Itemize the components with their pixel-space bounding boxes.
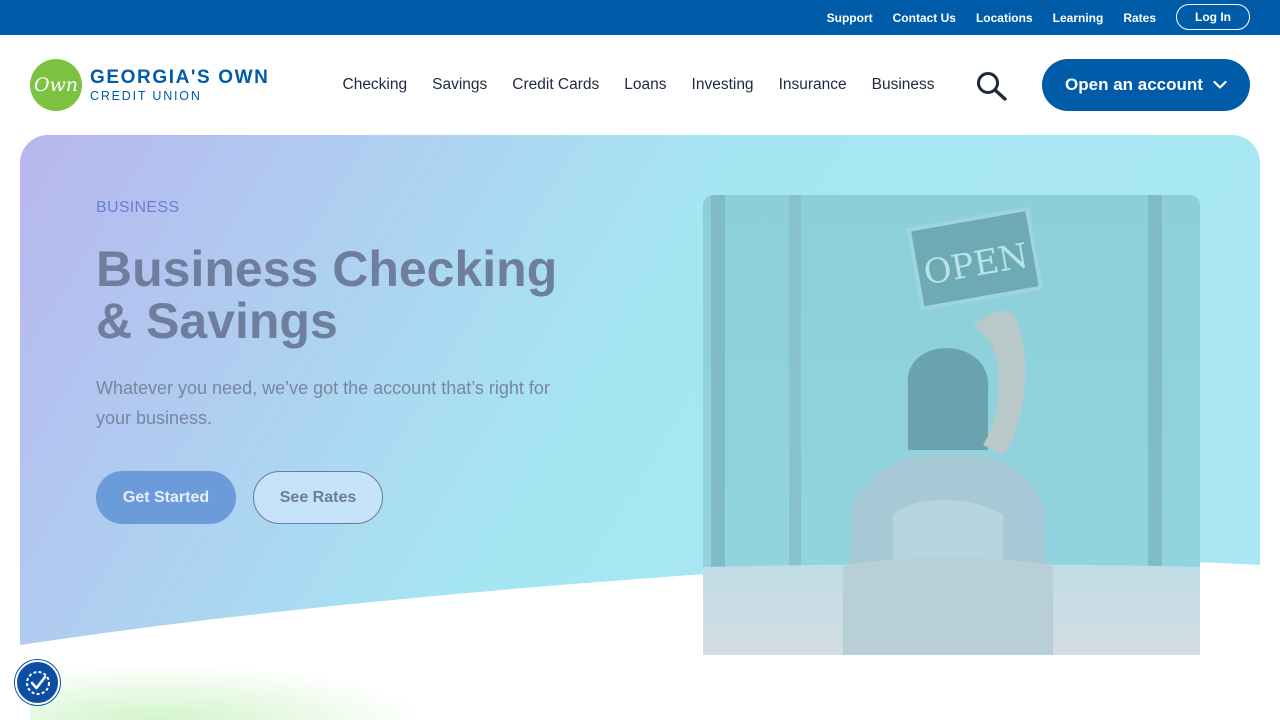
hero-title-line-1: Business Checking bbox=[96, 241, 558, 297]
nav-item-checking[interactable]: Checking bbox=[343, 76, 408, 94]
search-icon bbox=[977, 72, 1007, 101]
utility-link-contact-us[interactable]: Contact Us bbox=[893, 11, 956, 25]
hero-subtitle: Whatever you need, we’ve got the account… bbox=[96, 378, 550, 428]
nav-item-investing[interactable]: Investing bbox=[692, 76, 754, 94]
accessibility-icon bbox=[25, 670, 50, 695]
nav-item-loans[interactable]: Loans bbox=[624, 76, 666, 94]
utility-nav: Support Contact Us Locations Learning Ra… bbox=[807, 0, 1156, 35]
hero-title: Business Checking & Savings bbox=[96, 243, 616, 347]
search-button[interactable] bbox=[975, 71, 1009, 101]
open-account-button[interactable]: Open an account bbox=[1042, 59, 1250, 111]
chevron-down-icon bbox=[1213, 80, 1227, 89]
nav-item-credit-cards[interactable]: Credit Cards bbox=[512, 76, 599, 94]
get-started-button[interactable]: Get Started bbox=[96, 471, 236, 524]
nav-item-business[interactable]: Business bbox=[872, 76, 935, 94]
hero-photo: OPEN bbox=[703, 195, 1200, 655]
logo-wordmark: GEORGIA'S OWN CREDIT UNION bbox=[90, 68, 269, 103]
utility-link-rates[interactable]: Rates bbox=[1123, 11, 1156, 25]
nav-item-savings[interactable]: Savings bbox=[432, 76, 487, 94]
utility-bar: Support Contact Us Locations Learning Ra… bbox=[0, 0, 1280, 35]
nav-item-insurance[interactable]: Insurance bbox=[779, 76, 847, 94]
main-nav: Checking Savings Credit Cards Loans Inve… bbox=[330, 35, 947, 135]
utility-link-locations[interactable]: Locations bbox=[976, 11, 1033, 25]
decorative-glow bbox=[30, 660, 450, 720]
hero-eyebrow: BUSINESS bbox=[96, 199, 180, 216]
open-account-label: Open an account bbox=[1065, 75, 1203, 94]
brand-subtitle: CREDIT UNION bbox=[90, 88, 202, 103]
storefront-photo: OPEN bbox=[703, 195, 1200, 655]
logo-mark: Own bbox=[30, 59, 82, 111]
see-rates-button[interactable]: See Rates bbox=[253, 471, 383, 524]
brand-logo[interactable]: Own GEORGIA'S OWN CREDIT UNION bbox=[30, 59, 269, 111]
utility-link-learning[interactable]: Learning bbox=[1053, 11, 1104, 25]
hero-banner: OPEN BUSINESS Business Checking & Saving… bbox=[20, 135, 1260, 655]
site-header: Own GEORGIA'S OWN CREDIT UNION Checking … bbox=[0, 35, 1280, 135]
hero-title-line-2: & Savings bbox=[96, 293, 338, 349]
accessibility-button[interactable] bbox=[15, 660, 60, 705]
utility-link-support[interactable]: Support bbox=[827, 11, 873, 25]
brand-name: GEORGIA'S OWN bbox=[90, 66, 270, 88]
login-button[interactable]: Log In bbox=[1176, 4, 1250, 30]
